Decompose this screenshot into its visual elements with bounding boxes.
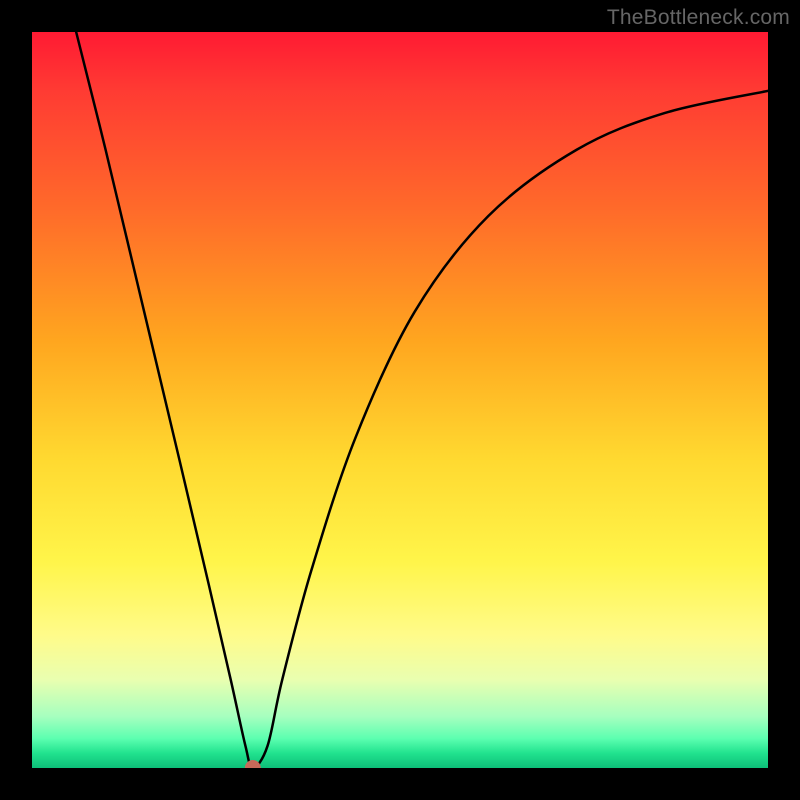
- plot-area: [32, 32, 768, 768]
- watermark-label: TheBottleneck.com: [607, 6, 790, 30]
- curve-layer: [32, 32, 768, 768]
- optimum-marker: [245, 760, 261, 768]
- bottleneck-curve: [76, 32, 768, 768]
- chart-frame: TheBottleneck.com: [0, 0, 800, 800]
